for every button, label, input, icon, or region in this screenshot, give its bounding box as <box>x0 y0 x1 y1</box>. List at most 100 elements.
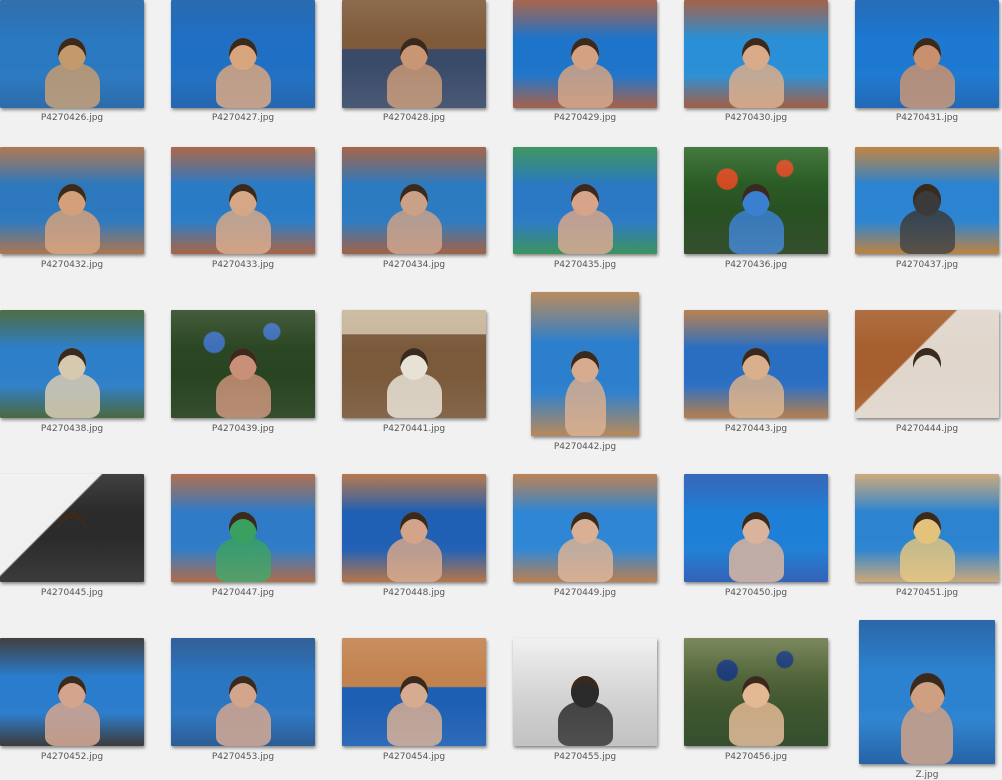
thumbnail-item[interactable]: P4270451.jpg <box>855 474 999 600</box>
person-head <box>58 348 86 380</box>
photo-thumbnail[interactable] <box>513 474 657 582</box>
person-head <box>742 676 770 708</box>
person-silhouette <box>729 373 784 418</box>
photo-thumbnail[interactable] <box>342 147 486 254</box>
person-silhouette <box>216 373 271 418</box>
thumbnail-item[interactable]: P4270453.jpg <box>171 638 315 764</box>
person-head <box>571 676 599 708</box>
person-silhouette <box>900 209 955 254</box>
photo-thumbnail[interactable] <box>342 474 486 582</box>
thumbnail-item[interactable]: P4270433.jpg <box>171 147 315 272</box>
thumbnail-item[interactable]: P4270435.jpg <box>513 147 657 272</box>
photo-thumbnail[interactable] <box>513 0 657 108</box>
photo-thumbnail[interactable] <box>342 638 486 746</box>
thumbnail-item[interactable]: P4270443.jpg <box>684 310 828 436</box>
photo-thumbnail[interactable] <box>855 0 999 108</box>
thumbnail-item[interactable]: P4270438.jpg <box>0 310 144 436</box>
person-head <box>229 38 257 70</box>
photo-thumbnail[interactable] <box>684 310 828 418</box>
person-head <box>913 512 941 544</box>
photo-thumbnail[interactable] <box>171 0 315 108</box>
person-silhouette <box>900 537 955 582</box>
photo-thumbnail[interactable] <box>684 0 828 108</box>
thumbnail-item[interactable]: P4270444.jpg <box>855 310 999 436</box>
thumbnail-item[interactable]: P4270429.jpg <box>513 0 657 125</box>
person-silhouette <box>558 537 613 582</box>
thumbnail-filename: P4270445.jpg <box>40 588 104 598</box>
person-silhouette <box>387 701 442 746</box>
thumbnail-item[interactable]: P4270447.jpg <box>171 474 315 600</box>
thumbnail-item[interactable]: P4270431.jpg <box>855 0 999 125</box>
person-head <box>400 676 428 708</box>
person-head <box>58 184 86 216</box>
person-head <box>400 348 428 380</box>
thumbnail-item[interactable]: P4270454.jpg <box>342 638 486 764</box>
person-silhouette <box>45 63 100 108</box>
thumbnail-item[interactable]: P4270437.jpg <box>855 147 999 272</box>
thumbnail-item[interactable]: P4270441.jpg <box>342 310 486 436</box>
person-silhouette <box>216 701 271 746</box>
photo-thumbnail[interactable] <box>684 638 828 746</box>
thumbnail-item[interactable]: P4270442.jpg <box>531 292 639 454</box>
person-silhouette <box>729 537 784 582</box>
photo-thumbnail[interactable] <box>513 638 657 746</box>
photo-thumbnail[interactable] <box>531 292 639 436</box>
person-head <box>913 348 941 380</box>
person-head <box>58 512 86 544</box>
thumbnail-item[interactable]: P4270427.jpg <box>171 0 315 125</box>
thumbnail-item[interactable]: P4270445.jpg <box>0 474 144 600</box>
thumbnail-item[interactable]: P4270448.jpg <box>342 474 486 600</box>
photo-thumbnail[interactable] <box>171 147 315 254</box>
thumbnail-filename: P4270441.jpg <box>382 424 446 434</box>
photo-thumbnail[interactable] <box>171 638 315 746</box>
person-head <box>229 676 257 708</box>
person-silhouette <box>729 63 784 108</box>
photo-thumbnail[interactable] <box>855 310 999 418</box>
photo-thumbnail[interactable] <box>513 147 657 254</box>
thumbnail-filename: P4270456.jpg <box>724 752 788 762</box>
photo-thumbnail[interactable] <box>0 310 144 418</box>
thumbnail-item[interactable]: Z.jpg <box>859 620 995 780</box>
thumbnail-item[interactable]: P4270456.jpg <box>684 638 828 764</box>
thumbnail-item[interactable]: P4270450.jpg <box>684 474 828 600</box>
photo-thumbnail[interactable] <box>0 0 144 108</box>
thumbnail-item[interactable]: P4270434.jpg <box>342 147 486 272</box>
person-silhouette <box>45 701 100 746</box>
thumbnail-item[interactable]: P4270426.jpg <box>0 0 144 125</box>
thumbnail-filename: P4270431.jpg <box>895 113 959 123</box>
person-head <box>913 184 941 216</box>
person-silhouette <box>216 209 271 254</box>
thumbnail-item[interactable]: P4270449.jpg <box>513 474 657 600</box>
person-head <box>400 184 428 216</box>
person-silhouette <box>558 209 613 254</box>
photo-thumbnail[interactable] <box>171 310 315 418</box>
thumbnail-filename: P4270426.jpg <box>40 113 104 123</box>
thumbnail-item[interactable]: P4270430.jpg <box>684 0 828 125</box>
photo-thumbnail[interactable] <box>171 474 315 582</box>
photo-thumbnail[interactable] <box>342 310 486 418</box>
photo-thumbnail[interactable] <box>855 474 999 582</box>
thumbnail-filename: P4270453.jpg <box>211 752 275 762</box>
photo-thumbnail[interactable] <box>855 147 999 254</box>
photo-thumbnail[interactable] <box>0 147 144 254</box>
thumbnail-filename: P4270451.jpg <box>895 588 959 598</box>
photo-thumbnail[interactable] <box>859 620 995 764</box>
thumbnail-item[interactable]: P4270452.jpg <box>0 638 144 764</box>
person-head <box>571 512 599 544</box>
photo-thumbnail[interactable] <box>684 147 828 254</box>
thumbnail-item[interactable]: P4270428.jpg <box>342 0 486 125</box>
thumbnail-item[interactable]: P4270432.jpg <box>0 147 144 272</box>
photo-thumbnail[interactable] <box>684 474 828 582</box>
thumbnail-item[interactable]: P4270439.jpg <box>171 310 315 436</box>
photo-thumbnail[interactable] <box>0 638 144 746</box>
thumbnail-item[interactable]: P4270436.jpg <box>684 147 828 272</box>
thumbnail-filename: P4270432.jpg <box>40 260 104 270</box>
photo-thumbnail[interactable] <box>0 474 144 582</box>
thumbnail-filename: P4270454.jpg <box>382 752 446 762</box>
photo-thumbnail[interactable] <box>342 0 486 108</box>
person-head <box>742 38 770 70</box>
thumbnail-filename: P4270430.jpg <box>724 113 788 123</box>
thumbnail-item[interactable]: P4270455.jpg <box>513 638 657 764</box>
thumbnail-filename: P4270449.jpg <box>553 588 617 598</box>
thumbnail-filename: P4270434.jpg <box>382 260 446 270</box>
